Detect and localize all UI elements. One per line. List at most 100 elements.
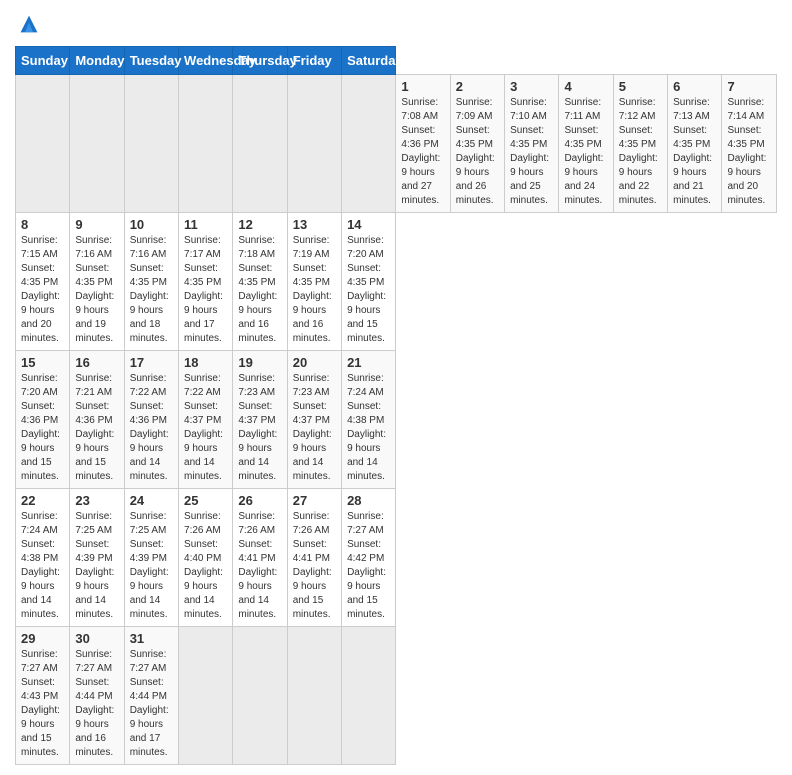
sunset-text: Sunset: 4:35 PM <box>184 263 221 288</box>
sunset-text: Sunset: 4:35 PM <box>673 125 710 150</box>
sunset-text: Sunset: 4:35 PM <box>619 125 656 150</box>
calendar-cell: 13 Sunrise: 7:19 AM Sunset: 4:35 PM Dayl… <box>287 213 341 351</box>
calendar-cell: 2 Sunrise: 7:09 AM Sunset: 4:35 PM Dayli… <box>450 75 504 213</box>
calendar-cell: 21 Sunrise: 7:24 AM Sunset: 4:38 PM Dayl… <box>342 351 396 489</box>
sunset-text: Sunset: 4:43 PM <box>21 677 58 702</box>
calendar-cell: 11 Sunrise: 7:17 AM Sunset: 4:35 PM Dayl… <box>179 213 233 351</box>
calendar-cell: 28 Sunrise: 7:27 AM Sunset: 4:42 PM Dayl… <box>342 489 396 627</box>
day-info: Sunrise: 7:24 AM Sunset: 4:38 PM Dayligh… <box>347 372 390 484</box>
daylight-text: Daylight: 9 hours and 16 minutes. <box>75 705 114 758</box>
sunrise-text: Sunrise: 7:26 AM <box>184 511 221 536</box>
sunset-text: Sunset: 4:35 PM <box>21 263 58 288</box>
day-info: Sunrise: 7:23 AM Sunset: 4:37 PM Dayligh… <box>293 372 336 484</box>
weekday-header-monday: Monday <box>70 47 124 75</box>
sunset-text: Sunset: 4:35 PM <box>510 125 547 150</box>
sunset-text: Sunset: 4:35 PM <box>727 125 764 150</box>
day-number: 13 <box>293 217 336 232</box>
day-info: Sunrise: 7:10 AM Sunset: 4:35 PM Dayligh… <box>510 96 553 208</box>
day-number: 8 <box>21 217 64 232</box>
calendar-cell <box>16 75 70 213</box>
day-number: 6 <box>673 79 716 94</box>
calendar-cell <box>342 75 396 213</box>
calendar-week-row: 22 Sunrise: 7:24 AM Sunset: 4:38 PM Dayl… <box>16 489 777 627</box>
day-info: Sunrise: 7:14 AM Sunset: 4:35 PM Dayligh… <box>727 96 771 208</box>
calendar-cell <box>342 627 396 765</box>
day-number: 24 <box>130 493 173 508</box>
sunrise-text: Sunrise: 7:20 AM <box>347 235 384 260</box>
day-info: Sunrise: 7:22 AM Sunset: 4:36 PM Dayligh… <box>130 372 173 484</box>
calendar-cell: 26 Sunrise: 7:26 AM Sunset: 4:41 PM Dayl… <box>233 489 287 627</box>
day-number: 29 <box>21 631 64 646</box>
day-info: Sunrise: 7:13 AM Sunset: 4:35 PM Dayligh… <box>673 96 716 208</box>
sunrise-text: Sunrise: 7:16 AM <box>75 235 112 260</box>
daylight-text: Daylight: 9 hours and 15 minutes. <box>347 291 386 344</box>
daylight-text: Daylight: 9 hours and 14 minutes. <box>21 567 60 620</box>
day-info: Sunrise: 7:15 AM Sunset: 4:35 PM Dayligh… <box>21 234 64 346</box>
sunset-text: Sunset: 4:36 PM <box>130 401 167 426</box>
day-info: Sunrise: 7:25 AM Sunset: 4:39 PM Dayligh… <box>75 510 118 622</box>
day-info: Sunrise: 7:11 AM Sunset: 4:35 PM Dayligh… <box>564 96 607 208</box>
weekday-header-thursday: Thursday <box>233 47 287 75</box>
daylight-text: Daylight: 9 hours and 14 minutes. <box>130 567 169 620</box>
sunrise-text: Sunrise: 7:24 AM <box>21 511 58 536</box>
day-info: Sunrise: 7:20 AM Sunset: 4:35 PM Dayligh… <box>347 234 390 346</box>
day-number: 31 <box>130 631 173 646</box>
sunrise-text: Sunrise: 7:27 AM <box>21 649 58 674</box>
calendar-cell: 22 Sunrise: 7:24 AM Sunset: 4:38 PM Dayl… <box>16 489 70 627</box>
calendar-cell: 31 Sunrise: 7:27 AM Sunset: 4:44 PM Dayl… <box>124 627 178 765</box>
sunrise-text: Sunrise: 7:14 AM <box>727 97 764 122</box>
day-info: Sunrise: 7:16 AM Sunset: 4:35 PM Dayligh… <box>130 234 173 346</box>
calendar-cell: 6 Sunrise: 7:13 AM Sunset: 4:35 PM Dayli… <box>668 75 722 213</box>
calendar-cell: 5 Sunrise: 7:12 AM Sunset: 4:35 PM Dayli… <box>613 75 667 213</box>
calendar-cell <box>233 627 287 765</box>
day-info: Sunrise: 7:27 AM Sunset: 4:43 PM Dayligh… <box>21 648 64 760</box>
day-info: Sunrise: 7:25 AM Sunset: 4:39 PM Dayligh… <box>130 510 173 622</box>
sunrise-text: Sunrise: 7:27 AM <box>347 511 384 536</box>
day-info: Sunrise: 7:27 AM Sunset: 4:44 PM Dayligh… <box>75 648 118 760</box>
calendar-cell: 30 Sunrise: 7:27 AM Sunset: 4:44 PM Dayl… <box>70 627 124 765</box>
day-info: Sunrise: 7:16 AM Sunset: 4:35 PM Dayligh… <box>75 234 118 346</box>
calendar-cell <box>233 75 287 213</box>
daylight-text: Daylight: 9 hours and 17 minutes. <box>130 705 169 758</box>
day-number: 4 <box>564 79 607 94</box>
daylight-text: Daylight: 9 hours and 26 minutes. <box>456 153 495 206</box>
sunset-text: Sunset: 4:35 PM <box>130 263 167 288</box>
sunrise-text: Sunrise: 7:08 AM <box>401 97 438 122</box>
calendar-week-row: 29 Sunrise: 7:27 AM Sunset: 4:43 PM Dayl… <box>16 627 777 765</box>
sunset-text: Sunset: 4:37 PM <box>293 401 330 426</box>
daylight-text: Daylight: 9 hours and 14 minutes. <box>293 429 332 482</box>
sunrise-text: Sunrise: 7:26 AM <box>293 511 330 536</box>
weekday-header-wednesday: Wednesday <box>179 47 233 75</box>
daylight-text: Daylight: 9 hours and 15 minutes. <box>21 705 60 758</box>
sunset-text: Sunset: 4:35 PM <box>238 263 275 288</box>
calendar-cell <box>179 75 233 213</box>
day-number: 1 <box>401 79 444 94</box>
daylight-text: Daylight: 9 hours and 24 minutes. <box>564 153 603 206</box>
calendar-cell: 20 Sunrise: 7:23 AM Sunset: 4:37 PM Dayl… <box>287 351 341 489</box>
day-info: Sunrise: 7:18 AM Sunset: 4:35 PM Dayligh… <box>238 234 281 346</box>
sunset-text: Sunset: 4:35 PM <box>564 125 601 150</box>
sunrise-text: Sunrise: 7:10 AM <box>510 97 547 122</box>
sunset-text: Sunset: 4:39 PM <box>130 539 167 564</box>
calendar-cell: 19 Sunrise: 7:23 AM Sunset: 4:37 PM Dayl… <box>233 351 287 489</box>
day-info: Sunrise: 7:24 AM Sunset: 4:38 PM Dayligh… <box>21 510 64 622</box>
daylight-text: Daylight: 9 hours and 20 minutes. <box>727 153 766 206</box>
day-info: Sunrise: 7:27 AM Sunset: 4:42 PM Dayligh… <box>347 510 390 622</box>
sunset-text: Sunset: 4:35 PM <box>293 263 330 288</box>
calendar-cell: 24 Sunrise: 7:25 AM Sunset: 4:39 PM Dayl… <box>124 489 178 627</box>
daylight-text: Daylight: 9 hours and 25 minutes. <box>510 153 549 206</box>
calendar-cell: 29 Sunrise: 7:27 AM Sunset: 4:43 PM Dayl… <box>16 627 70 765</box>
sunrise-text: Sunrise: 7:26 AM <box>238 511 275 536</box>
daylight-text: Daylight: 9 hours and 15 minutes. <box>347 567 386 620</box>
day-number: 17 <box>130 355 173 370</box>
daylight-text: Daylight: 9 hours and 14 minutes. <box>75 567 114 620</box>
sunrise-text: Sunrise: 7:09 AM <box>456 97 493 122</box>
daylight-text: Daylight: 9 hours and 15 minutes. <box>293 567 332 620</box>
sunrise-text: Sunrise: 7:23 AM <box>238 373 275 398</box>
calendar-cell: 9 Sunrise: 7:16 AM Sunset: 4:35 PM Dayli… <box>70 213 124 351</box>
day-number: 20 <box>293 355 336 370</box>
calendar-cell <box>287 627 341 765</box>
sunrise-text: Sunrise: 7:15 AM <box>21 235 58 260</box>
calendar-cell: 27 Sunrise: 7:26 AM Sunset: 4:41 PM Dayl… <box>287 489 341 627</box>
daylight-text: Daylight: 9 hours and 14 minutes. <box>238 567 277 620</box>
